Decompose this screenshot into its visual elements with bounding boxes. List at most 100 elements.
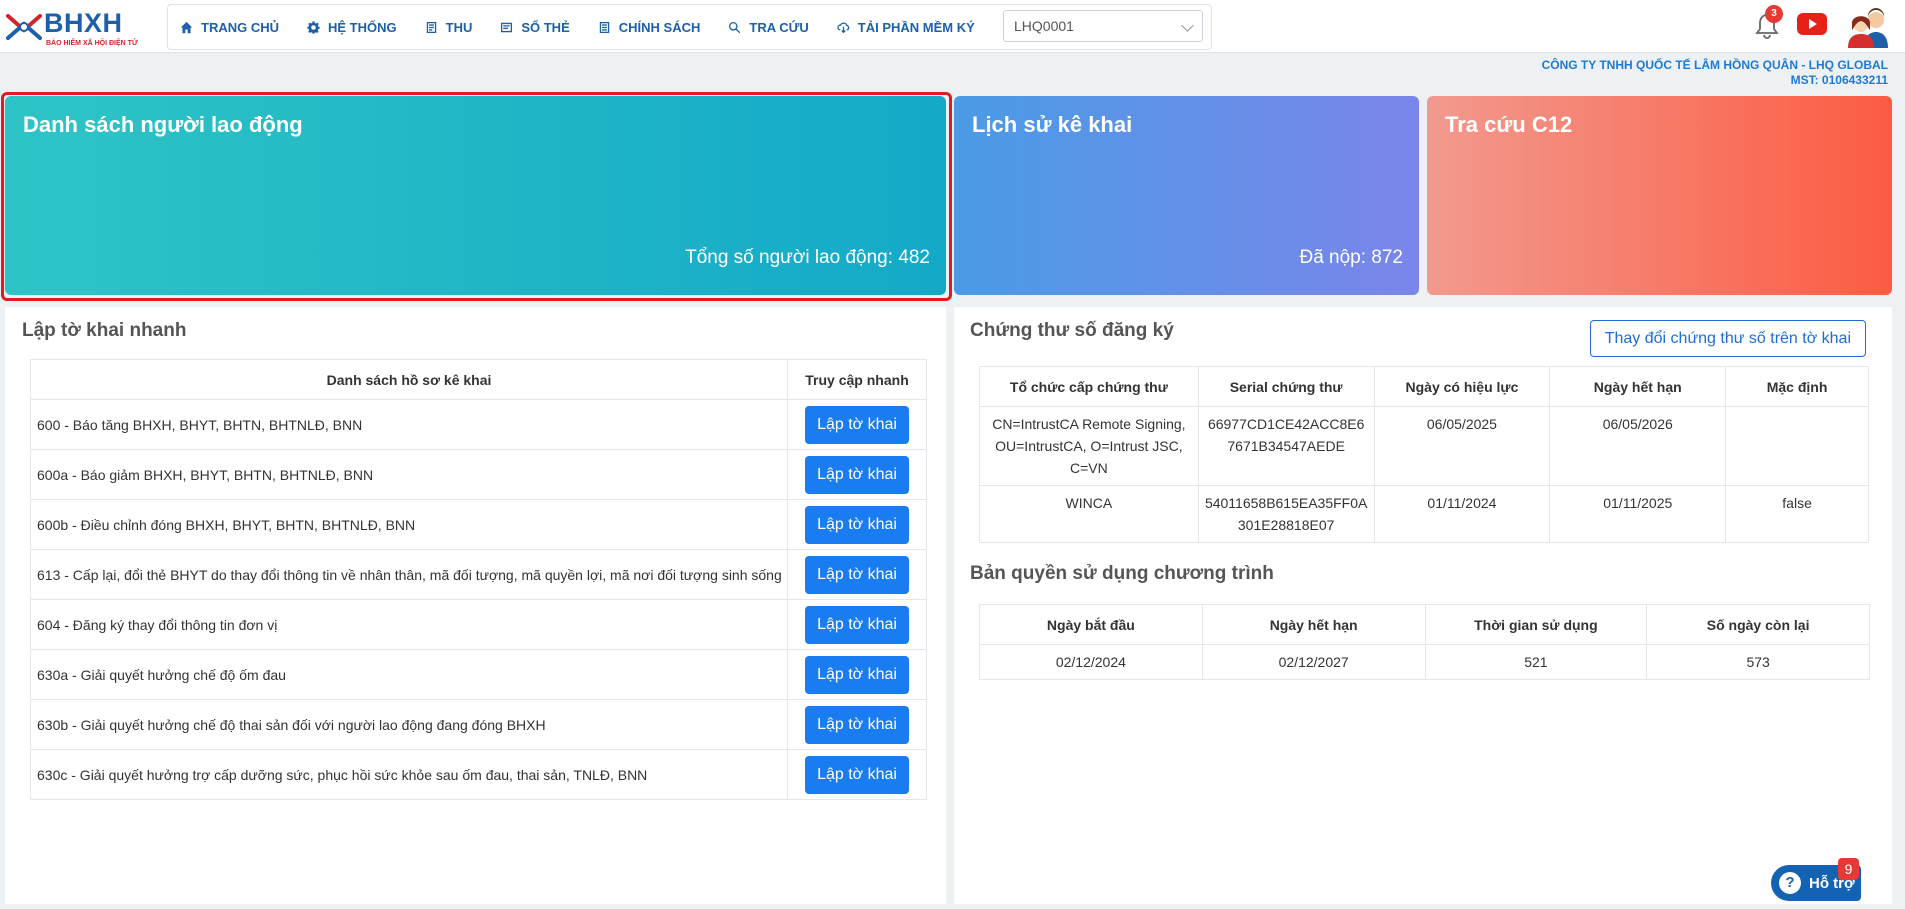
cert-valid-to: 01/11/2025 (1549, 485, 1727, 543)
column-header: Truy cập nhanh (787, 359, 927, 400)
nav-item-label: HỆ THỐNG (328, 19, 397, 35)
cert-issuer: WINCA (979, 485, 1199, 543)
nav-item-label: CHÍNH SÁCH (618, 19, 701, 35)
card-title: Danh sách người lao động (23, 112, 303, 137)
nav-item-thu[interactable]: THU (425, 19, 473, 35)
form-name: 630b - Giải quyết hưởng chế độ thai sản … (29, 699, 789, 750)
create-declaration-button[interactable]: Lập tờ khai (805, 755, 910, 794)
table-row[interactable]: CN=IntrustCA Remote Signing, OU=IntrustC… (979, 406, 1869, 486)
table-row: 600 - Báo tăng BHXH, BHYT, BHTN, BHTNLĐ,… (29, 399, 927, 450)
company-name: CÔNG TY TNHH QUỐC TẾ LÂM HỒNG QUÂN - LHQ… (1541, 58, 1888, 72)
bhxh-logo[interactable]: BHXH BẢO HIỂM XÃ HỘI ĐIỆN TỬ (4, 6, 144, 48)
policy-icon (599, 21, 609, 33)
nav-item-download-signer[interactable]: TẢI PHẦN MỀM KÝ (837, 20, 975, 35)
user-avatar-icon[interactable] (1846, 6, 1890, 48)
create-declaration-button[interactable]: Lập tờ khai (805, 705, 910, 744)
column-header: Thời gian sử dụng (1424, 604, 1648, 645)
license-title: Bản quyền sử dụng chương trình (970, 563, 1274, 584)
card-title: Lịch sử kê khai (972, 112, 1133, 137)
form-name: 600b - Điều chỉnh đóng BHXH, BHYT, BHTN,… (29, 499, 789, 550)
table-row: 613 - Cấp lại, đổi thẻ BHYT do thay đổi … (29, 549, 927, 600)
license-start: 02/12/2024 (979, 644, 1203, 680)
quick-declare-table: Danh sách hồ sơ kê khai Truy cập nhanh 6… (29, 359, 927, 800)
create-declaration-button[interactable]: Lập tờ khai (805, 655, 910, 694)
main-nav: TRANG CHỦ HỆ THỐNG THU SỔ THẺ CHÍNH SÁCH… (167, 4, 1212, 50)
nav-item-label: TẢI PHẦN MỀM KÝ (857, 19, 975, 35)
certificate-title: Chứng thư số đăng ký (970, 320, 1174, 341)
question-icon: ? (1779, 872, 1801, 894)
create-declaration-button[interactable]: Lập tờ khai (805, 405, 910, 444)
form-name: 630a - Giải quyết hưởng chế độ ốm đau (29, 649, 789, 700)
document-icon (426, 21, 436, 33)
nav-item-label: THU (445, 19, 473, 35)
table-row: 630b - Giải quyết hưởng chế độ thai sản … (29, 699, 927, 750)
cloud-download-icon (837, 21, 850, 33)
table-row: 600a - Báo giảm BHXH, BHYT, BHTN, BHTNLĐ… (29, 449, 927, 500)
cert-issuer: CN=IntrustCA Remote Signing, OU=IntrustC… (979, 406, 1199, 486)
card-stat: Tổng số người lao động: 482 (685, 247, 930, 268)
certificate-panel: Chứng thư số đăng ký Thay đổi chứng thư … (954, 307, 1892, 904)
column-header: Ngày có hiệu lực (1373, 366, 1551, 407)
search-icon (729, 21, 741, 33)
license-end: 02/12/2027 (1201, 644, 1426, 680)
table-row[interactable]: WINCA 54011658B615EA35FF0A301E28818E07 0… (979, 485, 1869, 543)
cert-valid-to: 06/05/2026 (1549, 406, 1727, 486)
column-header: Số ngày còn lại (1646, 604, 1870, 645)
card-stat: Đã nộp: 872 (1299, 247, 1403, 268)
quick-declare-title: Lập tờ khai nhanh (22, 320, 187, 341)
nav-item-system[interactable]: HỆ THỐNG (307, 20, 397, 35)
nav-item-so-the[interactable]: SỔ THẺ (500, 19, 570, 35)
top-header: BHXH BẢO HIỂM XÃ HỘI ĐIỆN TỬ TRANG CHỦ H… (0, 0, 1905, 53)
company-info: CÔNG TY TNHH QUỐC TẾ LÂM HỒNG QUÂN - LHQ… (1542, 58, 1888, 88)
license-used-days: 521 (1424, 644, 1648, 680)
table-row: 604 - Đăng ký thay đổi thông tin đơn vị … (29, 599, 927, 650)
card-icon (501, 22, 513, 32)
cert-default: false (1725, 485, 1869, 543)
logo-subtitle: BẢO HIỂM XÃ HỘI ĐIỆN TỬ (46, 40, 138, 47)
create-declaration-button[interactable]: Lập tờ khai (805, 455, 910, 494)
nav-item-label: SỔ THẺ (521, 19, 570, 35)
chevron-down-icon (1181, 19, 1194, 32)
cert-default (1725, 406, 1869, 486)
table-header-row: Danh sách hồ sơ kê khai Truy cập nhanh (29, 359, 927, 400)
form-name: 600 - Báo tăng BHXH, BHYT, BHTN, BHTNLĐ,… (29, 399, 789, 450)
nav-item-tra-cuu[interactable]: TRA CỨU (728, 19, 809, 35)
unit-select-value: LHQ0001 (1014, 18, 1074, 34)
form-name: 600a - Báo giảm BHXH, BHYT, BHTN, BHTNLĐ… (29, 449, 789, 500)
youtube-icon[interactable] (1797, 13, 1827, 35)
c12-lookup-card[interactable]: Tra cứu C12 (1427, 96, 1892, 295)
employee-list-card[interactable]: Danh sách người lao động Tổng số người l… (5, 96, 946, 295)
column-header: Mặc định (1725, 366, 1869, 407)
cert-valid-from: 01/11/2024 (1373, 485, 1551, 543)
table-row: 02/12/2024 02/12/2027 521 573 (979, 644, 1870, 680)
change-certificate-button[interactable]: Thay đổi chứng thư số trên tờ khai (1589, 320, 1866, 357)
create-declaration-button[interactable]: Lập tờ khai (805, 605, 910, 644)
table-row: 630c - Giải quyết hưởng trợ cấp dưỡng sứ… (29, 749, 927, 800)
unit-select[interactable]: LHQ0001 (1003, 10, 1203, 42)
column-header: Tổ chức cấp chứng thư (979, 366, 1199, 407)
table-row: 600b - Điều chỉnh đóng BHXH, BHYT, BHTN,… (29, 499, 927, 550)
declaration-history-card[interactable]: Lịch sử kê khai Đã nộp: 872 (954, 96, 1419, 295)
nav-item-label: TRA CỨU (749, 19, 809, 35)
column-header: Danh sách hồ sơ kê khai (29, 359, 789, 400)
form-name: 613 - Cấp lại, đổi thẻ BHYT do thay đổi … (29, 549, 789, 600)
nav-item-label: TRANG CHỦ (201, 19, 279, 35)
license-table: Ngày bắt đầu Ngày hết hạn Thời gian sử d… (979, 604, 1870, 680)
quick-declare-panel: Lập tờ khai nhanh Danh sách hồ sơ kê kha… (5, 307, 946, 904)
logo-mark-icon (6, 14, 42, 40)
create-declaration-button[interactable]: Lập tờ khai (805, 555, 910, 594)
certificate-table: Tổ chức cấp chứng thư Serial chứng thư N… (979, 366, 1869, 543)
home-icon (180, 21, 193, 33)
table-row: 630a - Giải quyết hưởng chế độ ốm đau Lậ… (29, 649, 927, 700)
nav-item-home[interactable]: TRANG CHỦ (180, 20, 279, 35)
form-name: 604 - Đăng ký thay đổi thông tin đơn vị (29, 599, 789, 650)
cert-serial: 66977CD1CE42ACC8E67671B34547AEDE (1197, 406, 1375, 486)
cert-valid-from: 06/05/2025 (1373, 406, 1551, 486)
cert-serial: 54011658B615EA35FF0A301E28818E07 (1197, 485, 1375, 543)
notification-badge: 3 (1765, 5, 1783, 23)
nav-item-chinh-sach[interactable]: CHÍNH SÁCH (598, 19, 701, 35)
create-declaration-button[interactable]: Lập tờ khai (805, 505, 910, 544)
form-name: 630c - Giải quyết hưởng trợ cấp dưỡng sứ… (29, 749, 789, 800)
logo-text: BHXH (44, 8, 123, 38)
column-header: Ngày bắt đầu (979, 604, 1203, 645)
